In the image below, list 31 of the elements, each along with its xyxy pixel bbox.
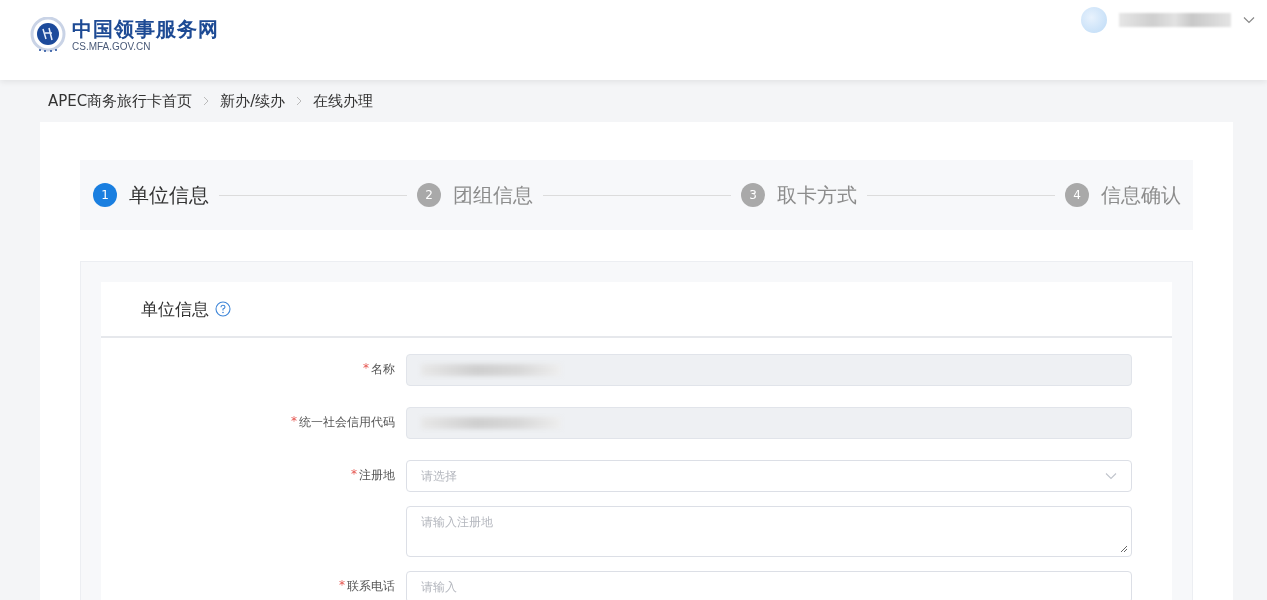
section-title: 单位信息 bbox=[141, 297, 209, 321]
caret-icon[interactable] bbox=[1243, 16, 1255, 24]
emblem-logo-icon bbox=[30, 17, 66, 53]
step-label: 信息确认 bbox=[1101, 181, 1181, 209]
site-name: 中国领事服务网 bbox=[72, 17, 219, 41]
required-asterisk: * bbox=[339, 578, 345, 592]
field-label: 联系电话 bbox=[347, 578, 395, 595]
step-number: 4 bbox=[1065, 183, 1089, 207]
required-asterisk: * bbox=[291, 414, 297, 428]
step-number: 3 bbox=[741, 183, 765, 207]
chevron-icon bbox=[202, 96, 211, 106]
step-number: 1 bbox=[93, 183, 117, 207]
step-label: 取卡方式 bbox=[777, 181, 857, 209]
step-label: 团组信息 bbox=[453, 181, 533, 209]
field-label: 注册地 bbox=[359, 467, 395, 484]
breadcrumb-link[interactable]: 新办/续办 bbox=[220, 91, 286, 111]
caret-icon bbox=[1105, 472, 1117, 480]
field-label: 名称 bbox=[371, 361, 395, 378]
chevron-icon bbox=[295, 96, 304, 106]
required-asterisk: * bbox=[363, 361, 369, 375]
avatar-icon[interactable] bbox=[1081, 7, 1107, 33]
breadcrumb-link[interactable]: APEC商务旅行卡首页 bbox=[48, 91, 193, 111]
help-icon[interactable] bbox=[215, 301, 231, 317]
step-number: 2 bbox=[417, 183, 441, 207]
step-label: 单位信息 bbox=[129, 181, 209, 209]
required-asterisk: * bbox=[351, 467, 357, 481]
breadcrumb-link[interactable]: 在线办理 bbox=[313, 91, 374, 111]
site-url: CS.MFA.GOV.CN bbox=[72, 41, 152, 53]
redacted-username[interactable] bbox=[1119, 13, 1231, 27]
field-label: 统一社会信用代码 bbox=[299, 414, 395, 431]
resize-handle-icon[interactable] bbox=[1120, 545, 1128, 553]
